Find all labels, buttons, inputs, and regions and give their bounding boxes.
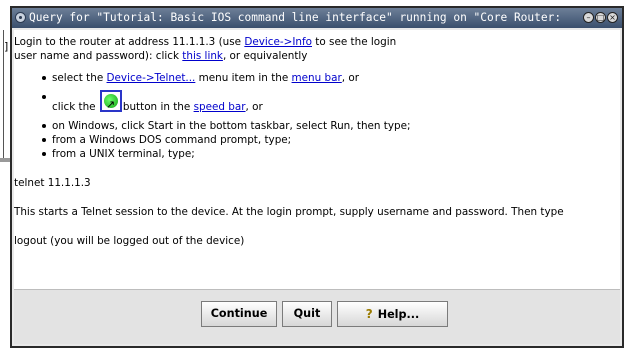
menu-bar-link[interactable]: menu bar bbox=[292, 72, 342, 84]
background-mark: ] bbox=[4, 40, 9, 53]
step-text: , or bbox=[341, 72, 360, 84]
intro-text-1: Login to the router at address 11.1.1.3 … bbox=[14, 36, 245, 48]
steps-list: select the Device->Telnet... menu item i… bbox=[14, 71, 620, 161]
step-text: on Windows, click Start in the bottom ta… bbox=[52, 120, 411, 132]
step-text: from a Windows DOS command prompt, type; bbox=[52, 134, 292, 146]
quit-button[interactable]: Quit bbox=[282, 301, 332, 327]
telnet-command: telnet 11.1.1.3 bbox=[14, 177, 91, 189]
step-text: , or bbox=[245, 101, 263, 113]
maximize-button[interactable]: □ bbox=[595, 12, 606, 23]
quit-label: Quit bbox=[293, 307, 321, 320]
minimize-button[interactable]: – bbox=[583, 12, 594, 23]
step-text: button in the bbox=[122, 101, 194, 113]
window-menu-icon[interactable] bbox=[15, 12, 26, 23]
window-title: Query for "Tutorial: Basic IOS command l… bbox=[29, 11, 562, 24]
intro-text-2: to see the login bbox=[312, 36, 397, 48]
device-info-link[interactable]: Device->Info bbox=[244, 36, 312, 48]
list-item: from a Windows DOS command prompt, type; bbox=[14, 133, 620, 147]
list-item: from a UNIX terminal, type; bbox=[14, 147, 620, 161]
list-item: select the Device->Telnet... menu item i… bbox=[14, 71, 620, 85]
info-text: This starts a Telnet session to the devi… bbox=[14, 206, 564, 218]
intro-text-4: , or equivalently bbox=[222, 50, 308, 62]
list-item: click the button in the speed bar, or bbox=[14, 90, 620, 119]
logout-text: logout (you will be logged out of the de… bbox=[14, 235, 245, 247]
step-text: menu item in the bbox=[195, 72, 292, 84]
help-button[interactable]: ? Help... bbox=[337, 301, 448, 327]
intro-text-3: user name and password): click bbox=[14, 50, 183, 62]
help-icon: ? bbox=[365, 307, 373, 321]
help-label: Help... bbox=[377, 308, 420, 321]
continue-button[interactable]: Continue bbox=[201, 301, 277, 327]
telnet-speed-icon[interactable] bbox=[99, 90, 122, 117]
this-link[interactable]: this link bbox=[182, 50, 223, 62]
step-text: select the bbox=[52, 72, 107, 84]
continue-label: Continue bbox=[210, 307, 268, 320]
speed-bar-link[interactable]: speed bar bbox=[194, 101, 246, 113]
device-telnet-link[interactable]: Device->Telnet... bbox=[107, 72, 196, 84]
close-button[interactable]: × bbox=[607, 12, 618, 23]
step-text: click the bbox=[52, 101, 99, 113]
query-content: Login to the router at address 11.1.1.3 … bbox=[14, 30, 620, 290]
title-bar[interactable]: Query for "Tutorial: Basic IOS command l… bbox=[12, 8, 622, 28]
button-footer: Continue Quit ? Help... bbox=[14, 289, 620, 344]
list-item: on Windows, click Start in the bottom ta… bbox=[14, 119, 620, 133]
query-dialog: Query for "Tutorial: Basic IOS command l… bbox=[10, 6, 624, 348]
step-text: from a UNIX terminal, type; bbox=[52, 148, 195, 160]
button-bar: Continue Quit ? Help... bbox=[201, 301, 448, 327]
